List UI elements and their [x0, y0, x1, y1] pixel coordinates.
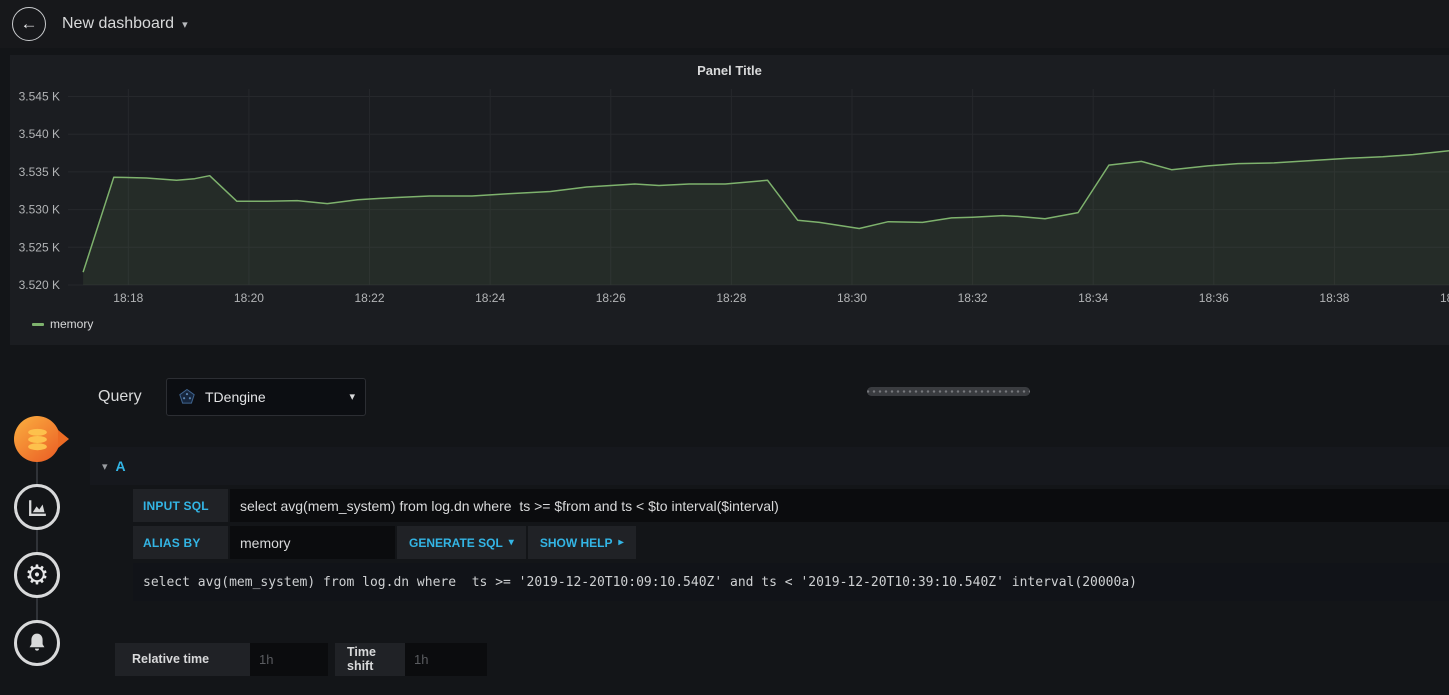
svg-text:3.530 K: 3.530 K [19, 203, 60, 217]
svg-text:18:24: 18:24 [475, 291, 505, 305]
query-section-label: Query [98, 387, 142, 405]
datasource-select[interactable]: TDengine ▾ [166, 377, 366, 416]
tab-queries[interactable] [14, 416, 69, 462]
input-sql-row: INPUT SQL [133, 489, 1449, 522]
chart-legend: memory [10, 317, 1449, 331]
relative-time-label: Relative time [115, 642, 250, 676]
area-chart-icon [28, 499, 46, 516]
input-sql-field[interactable] [230, 489, 1449, 522]
panel-editor: ⚙ Query TDengine ▾ ▾ A INPUT SQL select … [0, 353, 1449, 687]
sidebar-connector-line [36, 439, 38, 645]
svg-text:18:28: 18:28 [716, 291, 746, 305]
back-button[interactable]: ← [12, 7, 46, 41]
generate-sql-button[interactable]: GENERATE SQL ▾ [397, 526, 526, 559]
time-shift-input[interactable] [405, 642, 487, 676]
query-ref-id: A [115, 458, 126, 474]
input-sql-label: INPUT SQL [133, 489, 228, 522]
tdengine-logo-icon [179, 388, 195, 404]
svg-text:18:32: 18:32 [958, 291, 988, 305]
svg-text:3.525 K: 3.525 K [19, 240, 60, 254]
svg-text:18:40: 18:40 [1440, 291, 1449, 305]
time-shift-label: Time shift [335, 642, 405, 676]
svg-text:18:30: 18:30 [837, 291, 867, 305]
query-editor-main: Query TDengine ▾ ▾ A INPUT SQL ALIAS BY [90, 353, 1449, 687]
dashboard-title[interactable]: New dashboard [62, 15, 174, 33]
bell-icon [29, 633, 45, 651]
alias-by-label: ALIAS BY [133, 526, 228, 559]
svg-text:18:18: 18:18 [113, 291, 143, 305]
database-icon [27, 428, 47, 450]
alias-by-field[interactable] [230, 526, 395, 559]
graph-panel: Panel Title 3.520 K 3.525 K 3.530 K 3.535 K… [10, 55, 1449, 345]
legend-swatch [32, 322, 44, 326]
datasource-caret-icon: ▾ [349, 391, 355, 403]
svg-text:18:22: 18:22 [355, 291, 385, 305]
panel-wrap: Panel Title 3.520 K 3.525 K 3.530 K 3.535 K… [0, 55, 1449, 396]
tab-general[interactable]: ⚙ [14, 552, 60, 598]
legend-label[interactable]: memory [50, 317, 93, 331]
collapse-caret-icon[interactable]: ▾ [102, 460, 108, 473]
tab-alert[interactable] [14, 620, 60, 666]
query-header: Query TDengine ▾ [90, 377, 1449, 416]
query-row-header[interactable]: ▾ A [90, 447, 1449, 485]
svg-text:3.545 K: 3.545 K [19, 90, 60, 104]
panel-title[interactable]: Panel Title [10, 55, 1449, 81]
svg-text:18:26: 18:26 [596, 291, 626, 305]
alias-by-row: ALIAS BY GENERATE SQL ▾ SHOW HELP ▸ [133, 526, 1449, 559]
svg-text:18:20: 18:20 [234, 291, 264, 305]
gear-icon: ⚙ [24, 559, 50, 590]
dashboard-topbar: ← New dashboard ▾ [0, 0, 1449, 48]
svg-text:3.535 K: 3.535 K [19, 165, 60, 179]
back-arrow-icon: ← [20, 14, 38, 33]
datasource-name: TDengine [205, 388, 266, 405]
svg-text:18:36: 18:36 [1199, 291, 1229, 305]
generate-sql-label: GENERATE SQL [409, 535, 503, 550]
dashboard-title-caret-icon[interactable]: ▾ [182, 18, 188, 31]
editor-sidebar: ⚙ [0, 353, 90, 687]
time-options-row: Relative time Time shift [115, 640, 1449, 678]
svg-text:3.540 K: 3.540 K [19, 127, 60, 141]
generated-sql-preview: select avg(mem_system) from log.dn where… [133, 563, 1449, 601]
show-help-button[interactable]: SHOW HELP ▸ [527, 526, 636, 559]
time-series-chart[interactable]: 3.520 K 3.525 K 3.530 K 3.535 K 3.540 K 3.545… [10, 81, 1449, 311]
show-help-caret-icon: ▸ [618, 537, 624, 548]
generate-sql-caret-icon: ▾ [508, 537, 514, 548]
relative-time-input[interactable] [250, 642, 328, 676]
tab-visualization[interactable] [14, 484, 60, 530]
svg-text:18:34: 18:34 [1078, 291, 1108, 305]
show-help-label: SHOW HELP [539, 535, 613, 550]
svg-text:18:38: 18:38 [1319, 291, 1349, 305]
svg-text:3.520 K: 3.520 K [19, 278, 60, 292]
